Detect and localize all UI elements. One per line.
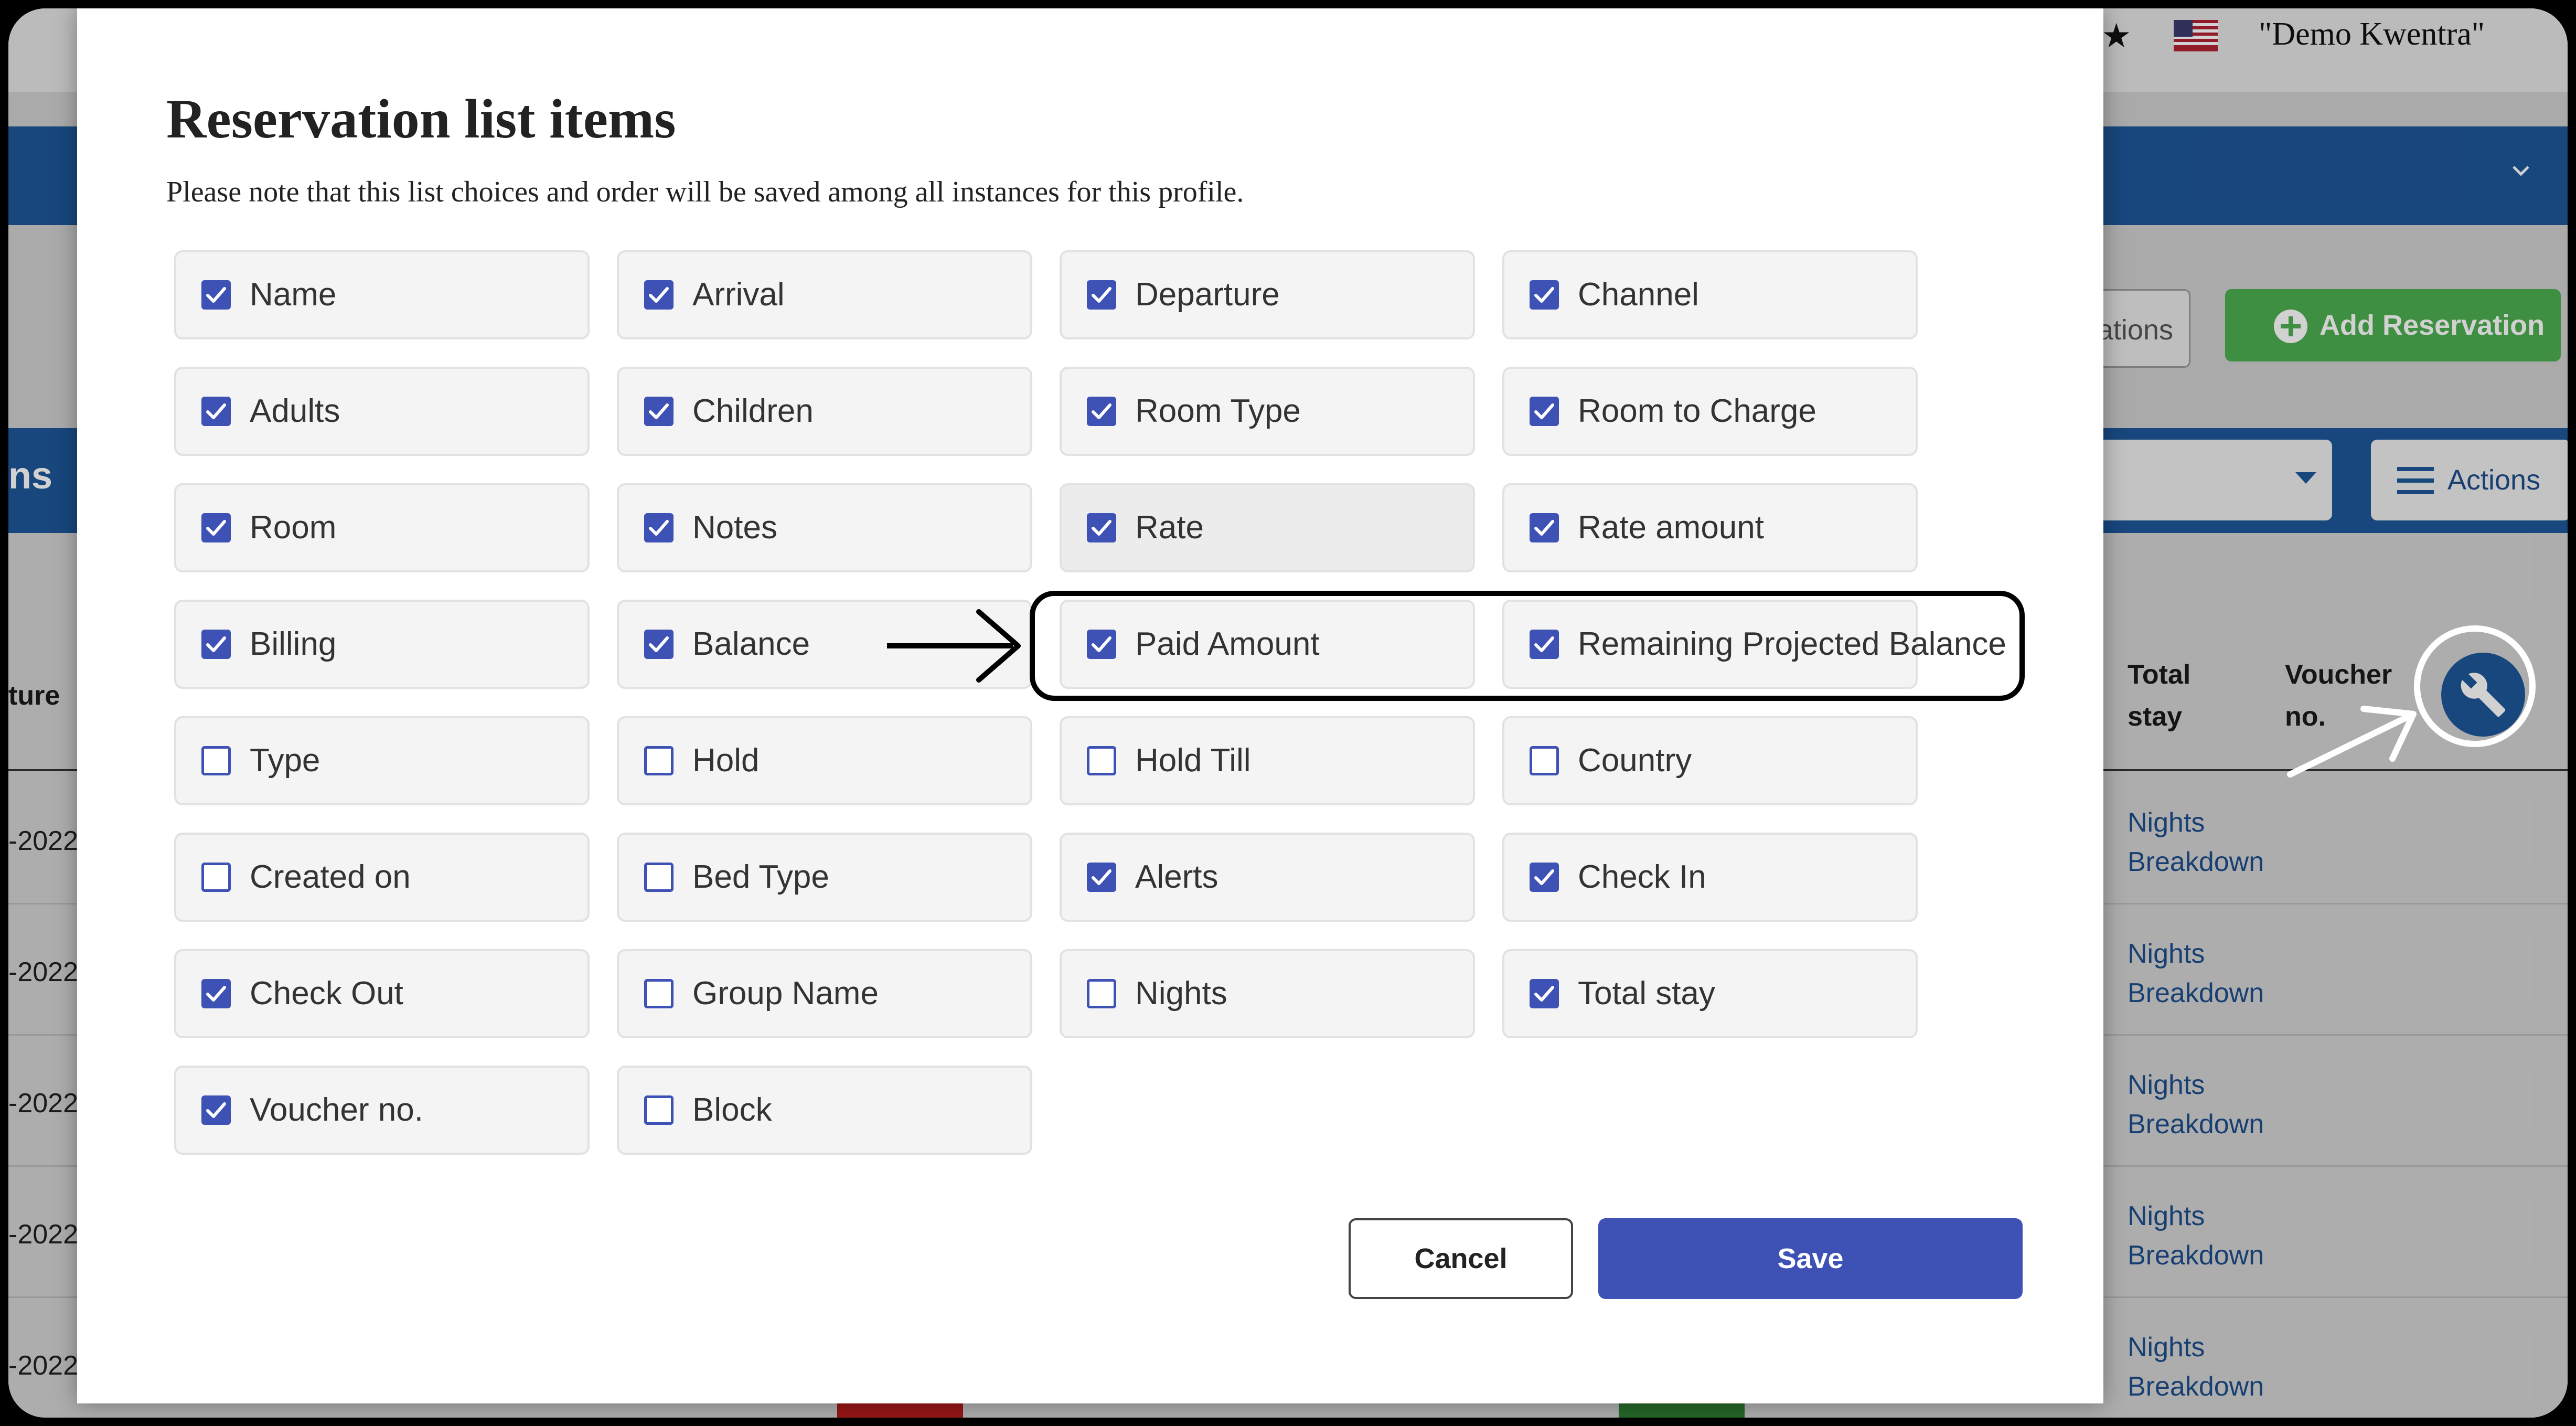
arrow-up-right-icon — [2287, 706, 2417, 778]
arrow-right-icon — [887, 609, 1021, 683]
screen-frame: ★ "Demo Kwentra" ations Add Reservation — [8, 8, 2568, 1418]
tutorial-annotations — [887, 591, 2536, 778]
highlight-box — [1030, 591, 2025, 701]
highlight-circle — [2414, 625, 2536, 747]
